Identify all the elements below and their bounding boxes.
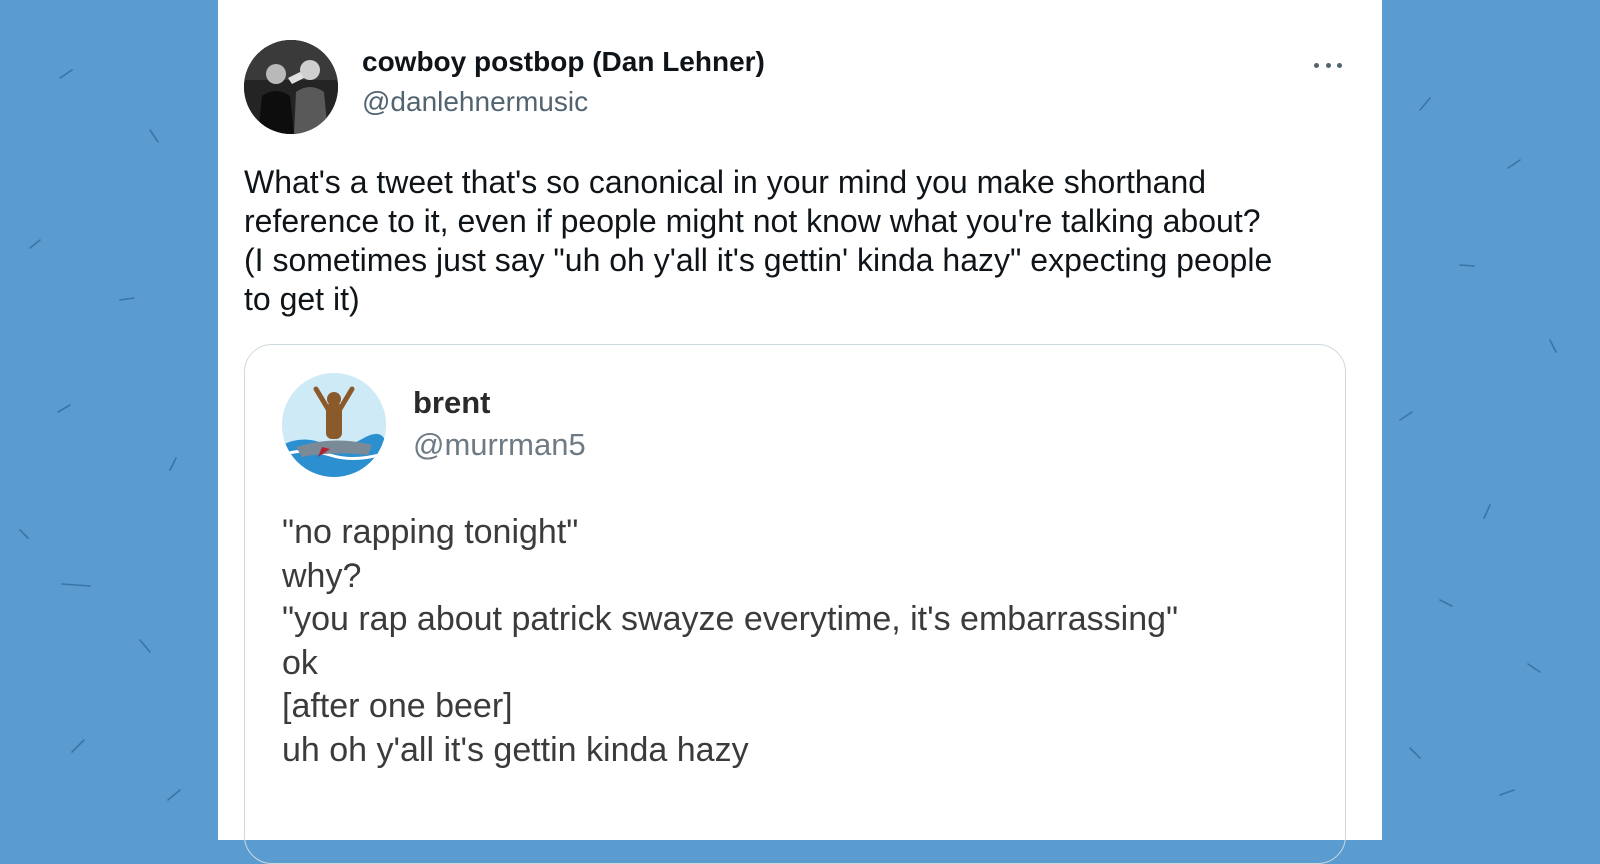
tweet-text-line: reference to it, even if people might no… <box>244 203 1261 239</box>
author-avatar[interactable] <box>244 40 338 134</box>
quoted-text-line: "no rapping tonight" <box>282 513 579 551</box>
quoted-text-line: why? <box>282 556 362 595</box>
quoted-tweet-text: "no rapping tonight" why? "you rap about… <box>282 511 1322 772</box>
tweet-text-line: to get it) <box>244 281 360 317</box>
avatar-illustration-icon <box>282 373 386 477</box>
quoted-author-avatar[interactable] <box>282 373 386 477</box>
quoted-author-name[interactable]: brent <box>413 385 491 421</box>
tweet-text: What's a tweet that's so canonical in yo… <box>244 163 1364 319</box>
tweet-text-line: What's a tweet that's so canonical in yo… <box>244 164 1207 200</box>
tweet-card: cowboy postbop (Dan Lehner) @danlehnermu… <box>218 0 1382 864</box>
quoted-text-line: uh oh y'all it's gettin kinda hazy <box>282 730 749 769</box>
author-name[interactable]: cowboy postbop (Dan Lehner) <box>362 46 765 78</box>
quoted-text-line: "you rap about patrick swayze everytime,… <box>282 600 1179 638</box>
quoted-tweet[interactable]: brent @murrman5 "no rapping tonight" why… <box>244 344 1346 864</box>
more-options-icon[interactable] <box>1308 50 1348 80</box>
quoted-author-handle[interactable]: @murrman5 <box>413 427 586 463</box>
quoted-text-line: [after one beer] <box>282 687 513 725</box>
tweet-text-line: (I sometimes just say "uh oh y'all it's … <box>244 242 1273 278</box>
quoted-text-line: ok <box>282 643 318 682</box>
avatar-photo-icon <box>244 40 338 134</box>
author-handle[interactable]: @danlehnermusic <box>362 86 588 118</box>
